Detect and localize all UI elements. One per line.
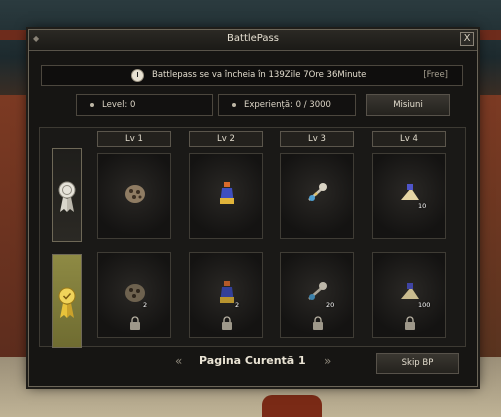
free-reward-slot-4[interactable]: 10 — [372, 153, 446, 239]
experience-text: Experiență: 0 / 3000 — [244, 100, 331, 110]
lock-icon — [405, 316, 415, 330]
window-title: BattlePass — [227, 33, 279, 44]
lock-icon — [222, 316, 232, 330]
battlepass-window: ◆ BattlePass X Battlepass se va încheia … — [28, 29, 478, 387]
item-count: 10 — [418, 202, 427, 210]
previous-page-button[interactable]: « — [175, 354, 182, 368]
item-count: 100 — [418, 301, 431, 309]
level-label-3: Lv 3 — [280, 131, 354, 147]
misiuni-button[interactable]: Misiuni — [366, 94, 450, 116]
premium-reward-slot-2[interactable]: 2 — [189, 252, 263, 338]
bullet-icon — [232, 103, 236, 107]
lock-icon — [313, 316, 323, 330]
premium-track[interactable] — [52, 254, 82, 348]
timer-text: Battlepass se va încheia în 139Zile 7Ore… — [152, 70, 367, 80]
free-track[interactable] — [52, 148, 82, 242]
item-count: 2 — [143, 301, 148, 309]
timer-bar: Battlepass se va încheia în 139Zile 7Ore… — [41, 65, 463, 86]
skip-bp-button[interactable]: Skip BP — [376, 353, 459, 374]
item-count: 20 — [326, 301, 335, 309]
level-label-2: Lv 2 — [189, 131, 263, 147]
premium-reward-slot-1[interactable]: 2 — [97, 252, 171, 338]
free-medal-icon — [58, 181, 76, 212]
gem-necklace-icon — [308, 183, 327, 201]
background-character — [262, 395, 322, 417]
free-reward-slot-3[interactable] — [280, 153, 354, 239]
potion-bottle-icon — [220, 182, 234, 204]
level-text: Level: 0 — [102, 100, 136, 110]
close-button[interactable]: X — [460, 32, 474, 46]
level-label-1: Lv 1 — [97, 131, 171, 147]
free-reward-slot-1[interactable] — [97, 153, 171, 239]
premium-medal-icon — [58, 287, 76, 318]
clock-icon — [131, 69, 144, 82]
beast-pelt-icon — [125, 185, 145, 203]
experience-box: Experiență: 0 / 3000 — [218, 94, 356, 116]
premium-reward-slot-3[interactable]: 20 — [280, 252, 354, 338]
lock-icon — [130, 316, 140, 330]
level-box: Level: 0 — [76, 94, 213, 116]
free-tag: [Free] — [423, 70, 448, 80]
page-label: Pagina Curentă 1 — [199, 354, 306, 367]
item-count: 2 — [235, 301, 240, 309]
bullet-icon — [90, 103, 94, 107]
free-reward-slot-2[interactable] — [189, 153, 263, 239]
premium-reward-slot-4[interactable]: 100 — [372, 252, 446, 338]
next-page-button[interactable]: » — [324, 354, 331, 368]
window-titlebar[interactable]: ◆ BattlePass X — [29, 30, 477, 51]
level-label-4: Lv 4 — [372, 131, 446, 147]
